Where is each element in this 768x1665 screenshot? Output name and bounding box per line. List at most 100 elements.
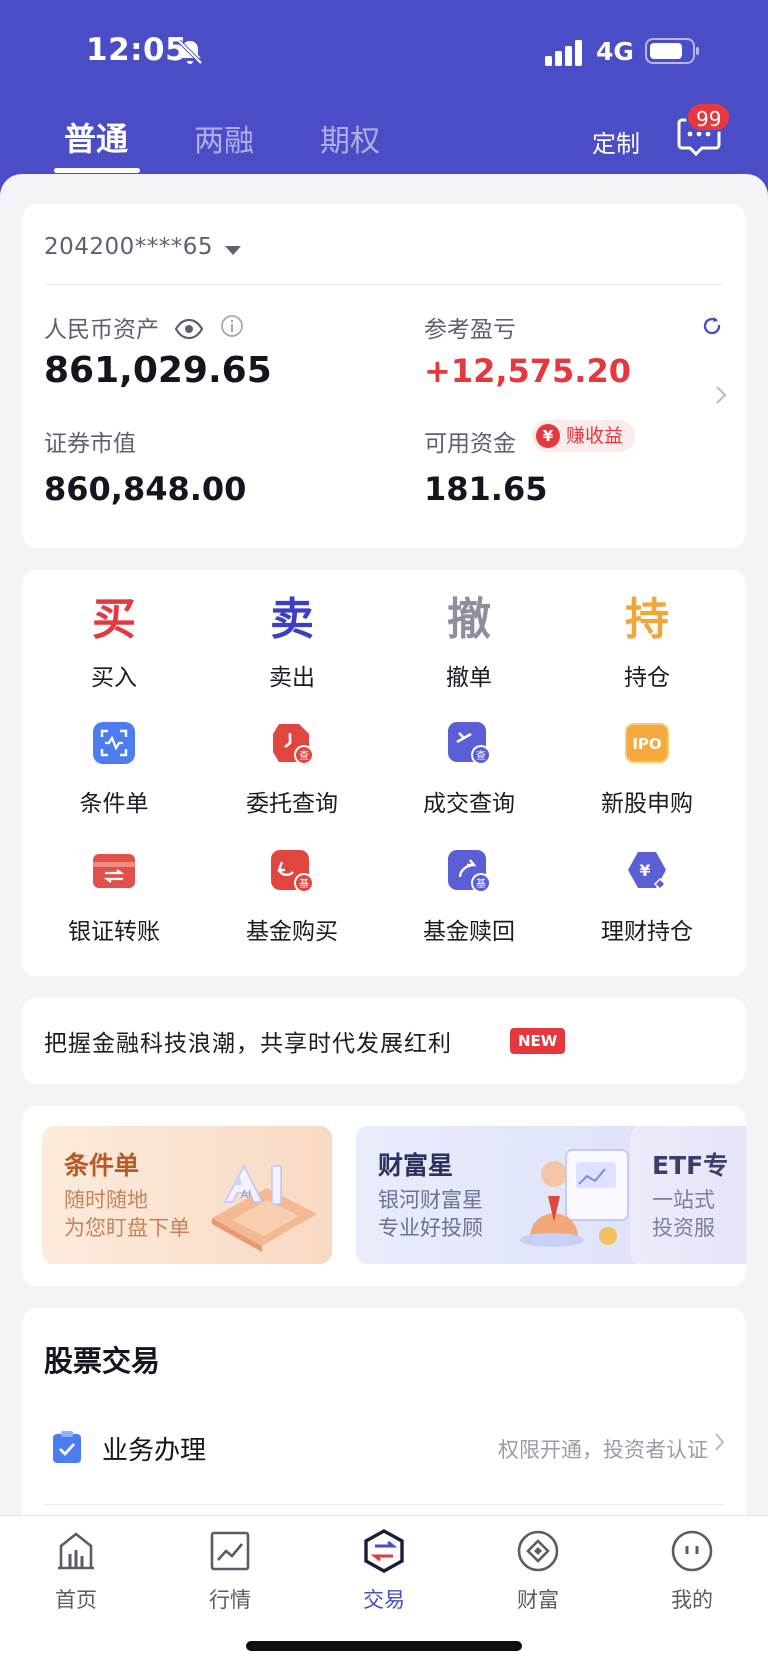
home-indicator bbox=[246, 1641, 522, 1651]
signal-icon bbox=[545, 40, 582, 66]
pnl-value: +12,575.20 bbox=[424, 352, 631, 390]
pnl-label: 参考盈亏 bbox=[424, 317, 516, 343]
holdings-label: 持仓 bbox=[624, 665, 670, 691]
battery-icon bbox=[645, 38, 699, 64]
wealth-holding-button[interactable]: ¥ 理财持仓 bbox=[557, 848, 737, 946]
rmb-asset-label: 人民币资产 bbox=[44, 317, 159, 343]
fund-buy-icon: 基 bbox=[271, 850, 314, 893]
earn-income-tag[interactable]: ¥ 赚收益 bbox=[532, 420, 636, 452]
slogan-banner[interactable]: 把握金融科技浪潮，共享时代发展红利 NEW bbox=[22, 998, 746, 1084]
tab-margin[interactable]: 两融 bbox=[194, 116, 254, 160]
account-dropdown-icon[interactable] bbox=[225, 246, 241, 255]
bell-off-icon bbox=[177, 39, 203, 65]
active-tab-indicator bbox=[54, 168, 140, 173]
cancel-order-icon: 撤 bbox=[447, 594, 491, 645]
business-handling-desc: 权限开通，投资者认证 bbox=[498, 1438, 708, 1462]
wealth-holding-icon: ¥ bbox=[628, 852, 666, 890]
available-funds-label: 可用资金 bbox=[424, 431, 516, 457]
info-icon[interactable] bbox=[220, 314, 244, 338]
advisor-illustration bbox=[520, 1149, 629, 1247]
promo-subtitle: 随时随地 为您盯盘下单 bbox=[64, 1186, 224, 1242]
scan-condition-icon bbox=[93, 722, 135, 764]
divider bbox=[44, 284, 724, 285]
yen-icon: ¥ bbox=[536, 424, 560, 448]
section-title: 股票交易 bbox=[44, 1344, 161, 1378]
promo-title: ETF专 bbox=[652, 1151, 729, 1180]
bank-transfer-button[interactable]: 银证转账 bbox=[24, 848, 204, 946]
promo-condition-order[interactable]: 条件单 随时随地 为您盯盘下单 AI bbox=[42, 1126, 332, 1264]
business-handling-row[interactable]: 业务办理 权限开通，投资者认证 bbox=[22, 1414, 746, 1505]
tab-label: 行情 bbox=[209, 1588, 251, 1612]
promo-line: 投资服 bbox=[652, 1216, 715, 1240]
promo-etf[interactable]: ETF专 一站式 投资服 bbox=[630, 1126, 746, 1264]
promo-line: 银河财富星 bbox=[378, 1188, 483, 1212]
network-type: 4G bbox=[596, 37, 634, 66]
slogan-text: 把握金融科技浪潮，共享时代发展红利 bbox=[44, 1031, 452, 1057]
home-chart-icon bbox=[58, 1532, 94, 1570]
market-icon bbox=[210, 1531, 250, 1571]
order-query-icon: 查 bbox=[273, 724, 314, 765]
promo-line: 一站式 bbox=[652, 1188, 715, 1212]
promo-carousel[interactable]: 条件单 随时随地 为您盯盘下单 AI 财富星 银河财富星 专业好投顾 ETF专 … bbox=[22, 1106, 746, 1286]
promo-art-text: AI bbox=[241, 1188, 252, 1201]
order-query-button[interactable]: 查 委托查询 bbox=[202, 720, 382, 818]
cancel-order-button[interactable]: 撤 撤单 bbox=[379, 590, 559, 692]
asset-card[interactable]: 204200****65 人民币资产 861,029.65 参考盈亏 +12,5… bbox=[22, 204, 746, 548]
account-type-tabs: 普通 两融 期权 定制 99 bbox=[0, 102, 768, 176]
chevron-right-icon[interactable] bbox=[714, 384, 728, 406]
promo-line: 随时随地 bbox=[64, 1188, 148, 1212]
wealth-holding-label: 理财持仓 bbox=[601, 919, 693, 945]
svg-text:基: 基 bbox=[299, 877, 309, 890]
ipo-subscribe-button[interactable]: IPO 新股申购 bbox=[557, 720, 737, 818]
wealth-icon bbox=[517, 1530, 559, 1572]
tab-options[interactable]: 期权 bbox=[320, 116, 380, 160]
tab-market[interactable]: 行情 bbox=[170, 1528, 290, 1614]
svg-text:查: 查 bbox=[299, 749, 309, 762]
bank-transfer-icon bbox=[93, 854, 135, 888]
profile-icon bbox=[671, 1530, 713, 1572]
promo-wealth-star[interactable]: 财富星 银河财富星 专业好投顾 bbox=[356, 1126, 646, 1264]
business-handling-label: 业务办理 bbox=[102, 1436, 207, 1466]
promo-title: 条件单 bbox=[64, 1151, 140, 1180]
buy-icon: 买 bbox=[92, 594, 136, 645]
svg-text:基: 基 bbox=[476, 877, 486, 890]
sell-label: 卖出 bbox=[269, 665, 315, 691]
tab-wealth[interactable]: 财富 bbox=[478, 1528, 598, 1614]
securities-value-label: 证券市值 bbox=[44, 431, 136, 457]
customize-button[interactable]: 定制 bbox=[592, 124, 640, 159]
ipo-subscribe-label: 新股申购 bbox=[601, 791, 693, 817]
header: 12:05 4G 普通 两融 期权 定制 99 bbox=[0, 0, 768, 196]
tab-label: 我的 bbox=[671, 1588, 713, 1612]
deal-query-button[interactable]: 查 成交查询 bbox=[379, 720, 559, 818]
holdings-button[interactable]: 持 持仓 bbox=[557, 590, 737, 692]
function-grid-card: 买 买入 卖 卖出 撤 撤单 持 持仓 条件单 查 委托查询 查 成交查询 IP… bbox=[22, 570, 746, 976]
status-bar: 12:05 4G bbox=[0, 0, 768, 100]
message-badge: 99 bbox=[686, 102, 732, 132]
chevron-right-icon bbox=[715, 1433, 725, 1451]
trade-icon bbox=[364, 1529, 404, 1573]
tab-normal[interactable]: 普通 bbox=[64, 114, 128, 160]
bank-transfer-label: 银证转账 bbox=[68, 919, 160, 945]
tab-trade[interactable]: 交易 bbox=[324, 1528, 444, 1614]
promo-title: 财富星 bbox=[378, 1151, 454, 1180]
eye-icon[interactable] bbox=[174, 318, 204, 340]
tab-home[interactable]: 首页 bbox=[16, 1528, 136, 1614]
tab-profile[interactable]: 我的 bbox=[632, 1528, 752, 1614]
divider bbox=[44, 1504, 724, 1505]
buy-button[interactable]: 买 买入 bbox=[24, 590, 204, 692]
fund-redeem-button[interactable]: 基 基金赎回 bbox=[379, 848, 559, 946]
securities-value: 860,848.00 bbox=[44, 470, 247, 508]
condition-order-button[interactable]: 条件单 bbox=[24, 720, 204, 818]
refresh-icon[interactable] bbox=[700, 314, 724, 338]
condition-order-label: 条件单 bbox=[79, 791, 149, 817]
fund-buy-label: 基金购买 bbox=[246, 919, 338, 945]
deal-query-icon: 查 bbox=[448, 722, 491, 765]
svg-text:¥: ¥ bbox=[639, 861, 650, 880]
fund-buy-button[interactable]: 基 基金购买 bbox=[202, 848, 382, 946]
sell-button[interactable]: 卖 卖出 bbox=[202, 590, 382, 692]
holdings-icon: 持 bbox=[625, 594, 669, 645]
account-number[interactable]: 204200****65 bbox=[44, 234, 213, 260]
clipboard-check-icon bbox=[53, 1431, 81, 1463]
rmb-asset-value: 861,029.65 bbox=[44, 350, 272, 391]
svg-text:IPO: IPO bbox=[632, 735, 661, 753]
